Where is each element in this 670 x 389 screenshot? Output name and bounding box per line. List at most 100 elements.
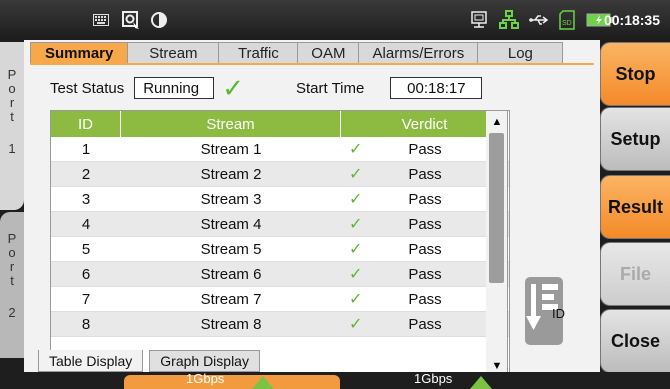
port-1-letter: r	[9, 95, 15, 110]
scroll-thumb[interactable]	[489, 133, 504, 283]
table-row[interactable]: 7 Stream 7 ✓ Pass	[51, 287, 509, 312]
cell-id: 2	[81, 165, 91, 183]
tab-bar: Summary Stream Traffic OAM Alarms/Errors…	[30, 42, 564, 64]
port-2-number: 2	[8, 305, 16, 320]
table-scrollbar[interactable]: ▲ ▼	[486, 110, 508, 378]
port-2-tab[interactable]: P o r t 2	[0, 212, 24, 358]
table-row[interactable]: 8 Stream 8 ✓ Pass	[51, 312, 509, 337]
check-icon: ✓	[349, 166, 363, 183]
verdict-text: Pass	[408, 265, 442, 283]
display-tabs: Table Display Graph Display	[38, 350, 266, 372]
cell-stream: Stream 3	[200, 190, 262, 208]
test-status-value: Running	[134, 77, 215, 99]
check-icon: ✓	[349, 266, 363, 283]
usb-icon	[528, 9, 550, 31]
check-icon: ✓	[222, 73, 244, 103]
cell-verdict: ✓ Pass	[341, 187, 509, 211]
keyboard-icon[interactable]	[90, 9, 112, 31]
tab-stream[interactable]: Stream	[127, 42, 220, 64]
cell-id: 6	[81, 265, 91, 283]
check-icon: ✓	[349, 216, 363, 233]
tab-alarms-errors[interactable]: Alarms/Errors	[358, 42, 479, 64]
cell-stream: Stream 2	[200, 165, 262, 183]
port-2-letter: P	[7, 231, 17, 246]
start-time-label: Start Time	[296, 79, 365, 97]
port-1-tab[interactable]: P o r t 1	[0, 42, 24, 210]
main-panel: Summary Stream Traffic OAM Alarms/Errors…	[24, 40, 600, 378]
tab-traffic[interactable]: Traffic	[218, 42, 299, 64]
port-1-number: 1	[8, 141, 16, 156]
verdict-text: Pass	[408, 165, 442, 183]
port-2-speed: 1Gbps	[414, 371, 453, 386]
cell-id: 1	[81, 140, 91, 158]
column-header-stream[interactable]: Stream	[121, 111, 341, 137]
status-bar: SD 00:18:35	[0, 0, 670, 40]
tab-table-display[interactable]: Table Display	[38, 350, 144, 372]
check-icon: ✓	[349, 291, 363, 308]
table-row[interactable]: 6 Stream 6 ✓ Pass	[51, 262, 509, 287]
tab-log[interactable]: Log	[477, 42, 564, 64]
ethernet-icon	[468, 9, 490, 31]
check-icon: ✓	[349, 191, 363, 208]
table-row[interactable]: 5 Stream 5 ✓ Pass	[51, 237, 509, 262]
table-row[interactable]: 2 Stream 2 ✓ Pass	[51, 162, 509, 187]
cell-verdict: ✓ Pass	[341, 137, 509, 161]
port-1-letter: t	[10, 109, 14, 124]
cell-stream: Stream 7	[200, 290, 262, 308]
port-2-letter: o	[8, 245, 16, 260]
verdict-text: Pass	[408, 290, 442, 308]
table-row[interactable]: 3 Stream 3 ✓ Pass	[51, 187, 509, 212]
verdict-text: Pass	[408, 140, 442, 158]
scroll-up-icon[interactable]: ▲	[486, 113, 508, 131]
port-2-letter: t	[10, 273, 14, 288]
port-1-speed: 1Gbps	[186, 371, 225, 386]
check-icon: ✓	[349, 141, 363, 158]
check-icon: ✓	[349, 241, 363, 258]
cell-verdict: ✓ Pass	[341, 162, 509, 186]
verdict-text: Pass	[408, 215, 442, 233]
port-1-link-indicator	[124, 375, 340, 389]
cell-verdict: ✓ Pass	[341, 212, 509, 236]
verdict-text: Pass	[408, 315, 442, 333]
svg-text:SD: SD	[562, 20, 572, 27]
table-body: 1 Stream 1 ✓ Pass 2 Stream 2 ✓ Pass 3 Stream 3 ✓ Pa…	[51, 137, 509, 337]
cell-verdict: ✓ Pass	[341, 312, 509, 336]
close-button[interactable]: Close	[600, 309, 670, 373]
cell-verdict: ✓ Pass	[341, 237, 509, 261]
tab-summary[interactable]: Summary	[30, 42, 129, 64]
tab-graph-display[interactable]: Graph Display	[149, 350, 260, 372]
cell-verdict: ✓ Pass	[341, 287, 509, 311]
stop-button[interactable]: Stop	[600, 42, 670, 106]
setup-button[interactable]: Setup	[600, 107, 670, 171]
port-2-letter: r	[9, 259, 15, 274]
verdict-text: Pass	[408, 190, 442, 208]
column-header-id[interactable]: ID	[51, 111, 121, 137]
table-row[interactable]: 1 Stream 1 ✓ Pass	[51, 137, 509, 162]
sd-card-icon: SD	[556, 9, 578, 31]
column-header-verdict[interactable]: Verdict	[341, 111, 509, 137]
port-1-letter: o	[8, 81, 16, 96]
cell-stream: Stream 6	[200, 265, 262, 283]
screenshot-icon[interactable]	[120, 9, 142, 31]
bottom-status-strip: 1Gbps 1Gbps	[0, 371, 670, 389]
cell-id: 7	[81, 290, 91, 308]
cell-stream: Stream 4	[200, 215, 262, 233]
network-icon	[498, 9, 520, 31]
result-button[interactable]: Result	[600, 175, 670, 239]
contrast-icon[interactable]	[148, 9, 170, 31]
cell-stream: Stream 1	[200, 140, 262, 158]
cell-id: 5	[81, 240, 91, 258]
cell-stream: Stream 8	[200, 315, 262, 333]
cell-id: 8	[81, 315, 91, 333]
table-row[interactable]: 4 Stream 4 ✓ Pass	[51, 212, 509, 237]
sort-icon-label: ID	[552, 306, 565, 321]
check-icon: ✓	[349, 316, 363, 333]
start-time-value: 00:18:17	[390, 77, 483, 99]
cell-id: 3	[81, 190, 91, 208]
table-header: ID Stream Verdict	[51, 111, 509, 137]
test-status-label: Test Status	[50, 79, 125, 97]
stream-table: ID Stream Verdict 1 Stream 1 ✓ Pass 2 Stream …	[50, 110, 510, 378]
tab-oam[interactable]: OAM	[297, 42, 360, 64]
verdict-text: Pass	[408, 240, 442, 258]
file-button: File	[600, 242, 670, 306]
